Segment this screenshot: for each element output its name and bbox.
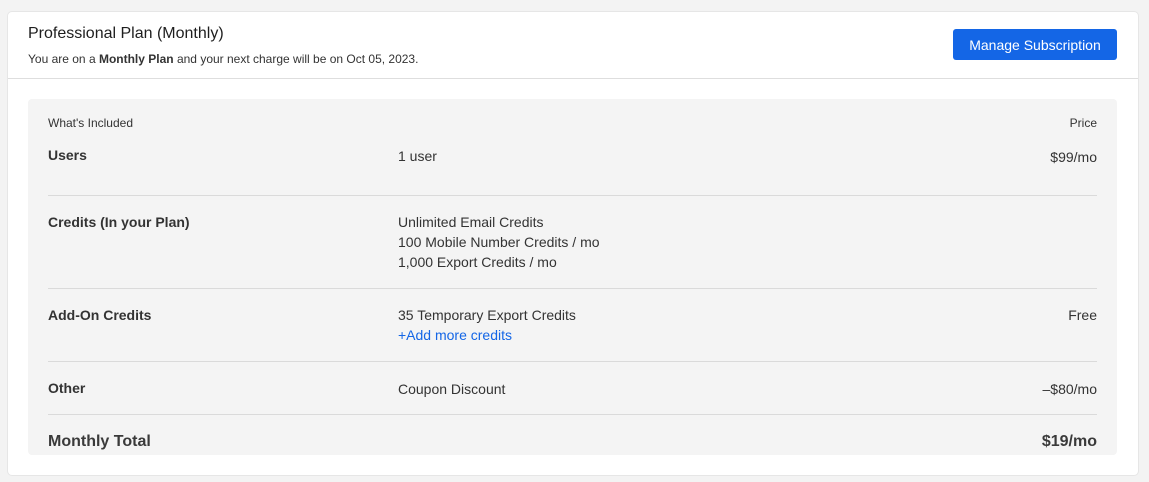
row-label: Credits (In your Plan)	[48, 214, 190, 230]
plan-details-panel: What's Included Price Users 1 user $99/m…	[28, 99, 1117, 455]
manage-subscription-button[interactable]: Manage Subscription	[953, 29, 1117, 60]
subtitle-prefix: You are on a	[28, 52, 99, 66]
header-price: Price	[1069, 116, 1097, 130]
detail-line: 35 Temporary Export Credits	[398, 307, 576, 323]
detail-line: Unlimited Email Credits	[398, 214, 544, 230]
total-label: Monthly Total	[48, 433, 151, 450]
plan-subtitle: You are on a Monthly Plan and your next …	[28, 52, 418, 66]
total-price: $19/mo	[1041, 433, 1097, 450]
row-detail: Coupon Discount	[398, 379, 505, 399]
detail-line: 1 user	[398, 148, 437, 164]
table-row-users: Users 1 user $99/mo	[48, 144, 1097, 196]
row-detail: 1 user	[398, 146, 437, 166]
row-detail: 35 Temporary Export Credits +Add more cr…	[398, 305, 576, 345]
row-price: –$80/mo	[1042, 381, 1097, 397]
header-included: What's Included	[48, 116, 134, 130]
table-header: What's Included Price	[48, 116, 1097, 130]
subscription-card: Professional Plan (Monthly) You are on a…	[8, 12, 1138, 475]
subtitle-plan-type: Monthly Plan	[98, 52, 174, 66]
add-more-credits-link[interactable]: +Add more credits	[398, 327, 512, 343]
row-label: Users	[48, 147, 87, 163]
table-row-addon-credits: Add-On Credits 35 Temporary Export Credi…	[48, 289, 1097, 362]
table-row-credits: Credits (In your Plan) Unlimited Email C…	[48, 196, 1097, 289]
plan-header: Professional Plan (Monthly) You are on a…	[8, 12, 1138, 79]
detail-line: Coupon Discount	[398, 381, 506, 397]
detail-line: 100 Mobile Number Credits / mo	[398, 234, 600, 250]
row-label: Other	[48, 380, 86, 396]
row-price: $99/mo	[1050, 149, 1097, 165]
row-label: Add-On Credits	[48, 307, 152, 323]
detail-line: 1,000 Export Credits / mo	[398, 254, 557, 270]
row-detail: Unlimited Email Credits 100 Mobile Numbe…	[398, 212, 600, 272]
row-price: Free	[1068, 307, 1097, 323]
plan-title: Professional Plan (Monthly)	[28, 25, 224, 42]
monthly-total-row: Monthly Total $19/mo	[48, 415, 1097, 455]
table-row-other: Other Coupon Discount –$80/mo	[48, 362, 1097, 415]
subtitle-suffix: and your next charge will be on Oct 05, …	[173, 52, 419, 66]
